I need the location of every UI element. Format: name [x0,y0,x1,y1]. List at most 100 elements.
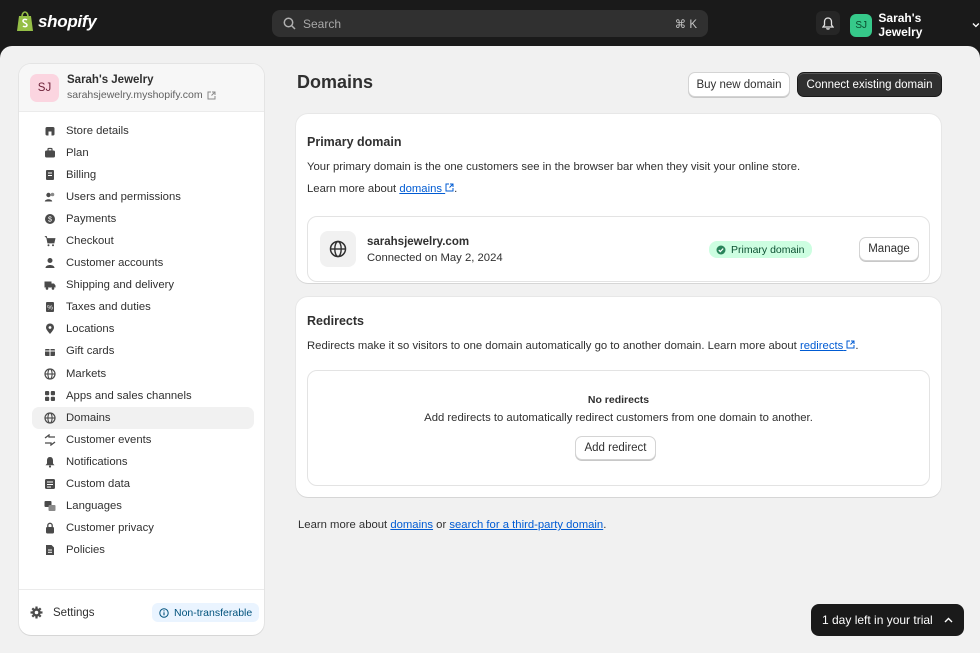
trial-label: 1 day left in your trial [822,613,933,627]
redirects-empty-state: No redirects Add redirects to automatica… [307,370,930,486]
main-canvas: SJ Sarah's Jewelry sarahsjewelry.myshopi… [0,46,980,653]
redirects-link-text: redirects [799,340,844,352]
sidebar-item-label: Payments [66,213,117,226]
sidebar-item-languages[interactable]: Languages [32,495,254,517]
receipt-icon [44,169,56,181]
sidebar-item-plan[interactable]: Plan [32,142,254,164]
sidebar-item-customer-privacy[interactable]: Customer privacy [32,517,254,539]
globe-icon [329,240,347,258]
bell-icon [822,16,834,30]
language-icon [44,500,56,512]
redirects-link[interactable]: redirects [800,340,855,352]
tax-icon: % [44,301,56,313]
sidebar-item-taxes-and-duties[interactable]: % Taxes and duties [32,296,254,318]
sidebar-item-store-details[interactable]: Store details [32,120,254,142]
sidebar-item-label: Customer accounts [66,257,164,270]
primary-domain-badge-label: Primary domain [731,243,805,256]
search-input[interactable]: Search ⌘ K [272,10,708,37]
sidebar-item-customer-accounts[interactable]: Customer accounts [32,252,254,274]
events-icon [44,433,56,446]
search-placeholder: Search [303,16,342,31]
sidebar-item-users-and-permissions[interactable]: Users and permissions [32,186,254,208]
settings-label: Settings [53,606,95,619]
domains-link-text: domains [399,183,443,195]
sidebar-item-label: Taxes and duties [66,301,151,314]
empty-state-description: Add redirects to automatically redirect … [424,412,813,424]
person-icon [44,257,56,269]
non-transferable-badge[interactable]: Non-transferable [152,603,260,622]
pin-icon [44,323,56,335]
domain-name: sarahsjewelry.com [367,236,470,248]
domains-link[interactable]: domains [399,183,454,195]
redirects-description: Redirects make it so visitors to one dom… [307,340,859,352]
sidebar-item-payments[interactable]: $ Payments [32,208,254,230]
gift-icon [44,345,56,357]
external-link-icon [207,91,216,99]
top-bar: shopify Search ⌘ K SJ Sarah's Jewelry [0,0,980,46]
sidebar-item-custom-data[interactable]: Custom data [32,473,254,495]
sidebar-item-locations[interactable]: Locations [32,318,254,340]
domain-connected-date: Connected on May 2, 2024 [367,252,503,264]
non-transferable-label: Non-transferable [174,606,253,619]
primary-domain-card: Primary domain Your primary domain is th… [296,114,941,283]
redirects-description-text: Redirects make it so visitors to one dom… [307,340,800,352]
empty-state-title: No redirects [587,394,650,406]
sidebar-item-label: Policies [66,543,105,556]
footer-suffix: . [603,519,607,531]
sidebar-item-label: Gift cards [66,345,115,358]
sidebar-item-customer-events[interactable]: Customer events [32,429,254,451]
brand-wordmark: shopify [38,11,97,31]
sidebar-item-checkout[interactable]: Checkout [32,230,254,252]
gear-icon [30,606,43,619]
trial-banner[interactable]: 1 day left in your trial [811,604,964,636]
sidebar-item-notifications[interactable]: Notifications [32,451,254,473]
sidebar-item-policies[interactable]: Policies [32,539,254,561]
sidebar-item-markets[interactable]: Markets [32,363,254,385]
store-url[interactable]: sarahsjewelry.myshopify.com [67,89,216,101]
page-title: Domains [297,72,374,92]
settings-nav: Store details Plan Billing Users and permis… [32,120,254,561]
footer-domains-link[interactable]: domains [390,519,433,531]
sidebar-item-label: Customer privacy [66,521,154,534]
sidebar-item-label: Languages [66,499,122,512]
notifications-button[interactable] [816,11,840,35]
connect-existing-domain-button[interactable]: Connect existing domain [797,72,942,97]
sidebar-item-shipping-and-delivery[interactable]: Shipping and delivery [32,274,254,296]
footer-learn-more: Learn more about domains or search for a… [298,519,606,531]
primary-domain-description: Your primary domain is the one customers… [307,161,801,173]
redirects-heading: Redirects [307,314,364,328]
shopify-logo[interactable]: shopify [16,11,97,32]
briefcase-icon [44,147,56,159]
footer-middle: or [433,519,450,531]
sidebar-item-label: Plan [66,147,89,160]
store-header[interactable]: SJ Sarah's Jewelry sarahsjewelry.myshopi… [19,64,264,112]
sidebar-item-label: Users and permissions [66,191,181,204]
sidebar-item-apps-and-sales-channels[interactable]: Apps and sales channels [32,385,254,407]
sidebar-item-billing[interactable]: Billing [32,164,254,186]
chevron-down-icon [972,23,980,28]
sidebar-item-gift-cards[interactable]: Gift cards [32,340,254,362]
sidebar-item-label: Markets [66,367,107,380]
manage-button[interactable]: Manage [859,237,919,261]
buy-new-domain-button[interactable]: Buy new domain [688,72,790,97]
external-link-icon [445,183,454,192]
sidebar-item-domains[interactable]: Domains [32,406,254,429]
globe-icon [44,367,56,380]
sidebar-item-label: Notifications [66,455,128,468]
svg-text:%: % [47,305,53,312]
store-icon [44,125,56,137]
add-redirect-button[interactable]: Add redirect [575,436,656,460]
store-switcher[interactable]: SJ Sarah's Jewelry [850,11,980,39]
truck-icon [44,279,56,291]
primary-domain-row: sarahsjewelry.com Connected on May 2, 20… [307,216,930,282]
third-party-domain-link[interactable]: search for a third-party domain [449,519,603,531]
check-circle-icon [716,245,726,254]
shopify-bag-icon [17,11,33,31]
sidebar-footer: Settings Non-transferable [19,589,264,635]
settings-link[interactable]: Settings [30,606,95,619]
sidebar-item-label: Checkout [66,235,114,248]
learn-more-suffix: . [454,183,458,195]
sidebar-item-label: Locations [66,323,115,336]
sidebar-item-label: Domains [66,411,111,424]
sidebar-item-label: Shipping and delivery [66,279,175,292]
